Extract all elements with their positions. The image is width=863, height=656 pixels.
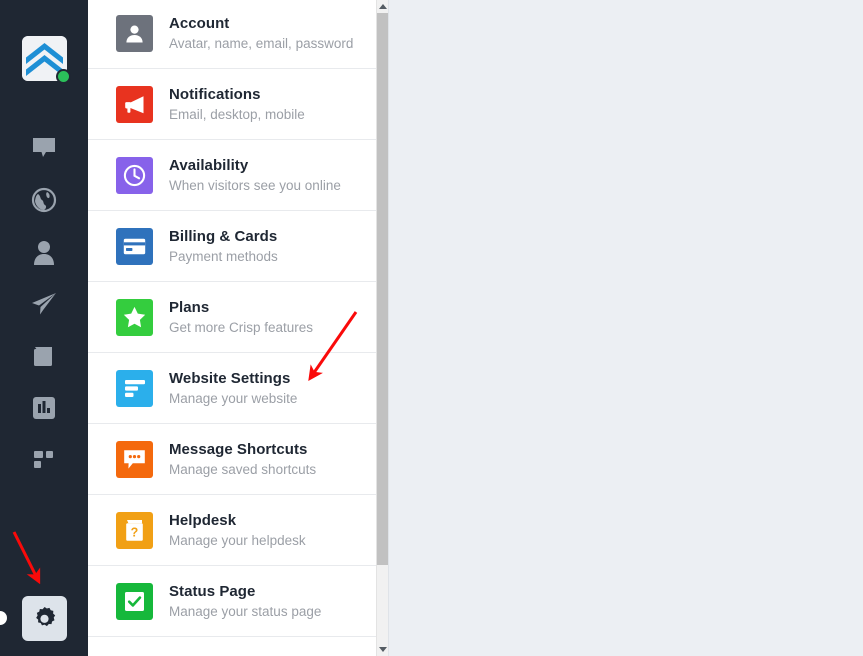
settings-list-item-text: Billing & Cards Payment methods [169,227,278,266]
credit-card-icon [116,227,153,265]
settings-list-item-text: Message Shortcuts Manage saved shortcuts [169,440,316,479]
scroll-down-arrow[interactable] [377,643,388,656]
scroll-up-arrow[interactable] [377,0,388,13]
crisp-logo[interactable] [22,36,71,84]
settings-list-item[interactable]: Status Page Manage your status page [88,566,376,637]
settings-list-item-text: Notifications Email, desktop, mobile [169,85,305,124]
settings-list-panel: Account Avatar, name, email, password Noti… [88,0,388,656]
settings-list-item-subtitle: Payment methods [169,248,278,264]
settings-list-item[interactable]: Notifications Email, desktop, mobile [88,69,376,140]
settings-list-item-text: Plans Get more Crisp features [169,298,313,337]
settings-list-item-subtitle: Manage your helpdesk [169,532,306,548]
megaphone-icon [116,85,153,123]
settings-list-item[interactable]: Website Settings Manage your website [88,353,376,424]
app-sidebar-rail [0,0,88,656]
settings-list-item[interactable]: ? Helpdesk Manage your helpdesk [88,495,376,566]
paper-plane-icon [32,293,56,315]
settings-list-item[interactable]: Account Avatar, name, email, password [88,0,376,69]
settings-list-item-subtitle: Get more Crisp features [169,319,314,335]
check-square-icon [116,582,153,620]
settings-list-item-text: Status Page Manage your status page [169,582,321,621]
chat-bubble-icon [33,138,55,157]
sidebar-item-visitors[interactable] [0,174,88,226]
star-icon [116,298,153,336]
sidebar-item-inbox[interactable] [0,122,88,174]
settings-list-item-title: Status Page [169,582,256,600]
sidebar-item-helpdesk[interactable] [0,330,88,382]
settings-list-item-subtitle: Manage saved shortcuts [169,461,317,477]
sidebar-item-plugins[interactable] [0,434,88,486]
settings-list-item-title: Availability [169,156,249,174]
settings-list-item-title: Plans [169,298,210,316]
settings-list-item-subtitle: When visitors see you online [169,177,341,193]
sidebar-item-contacts[interactable] [0,226,88,278]
settings-list-item-title: Message Shortcuts [169,440,308,458]
settings-list-item[interactable]: Plans Get more Crisp features [88,282,376,353]
settings-screen: Account Avatar, name, email, password Noti… [0,0,863,656]
person-icon [34,241,54,265]
grid-apps-icon [34,451,53,468]
globe-icon [31,187,57,213]
rail-nav-list [0,122,88,486]
settings-list-item-title: Billing & Cards [169,227,278,245]
settings-list-item-text: Website Settings Manage your website [169,369,297,408]
settings-list-item-title: Website Settings [169,369,291,387]
settings-list: Account Avatar, name, email, password Noti… [88,0,376,637]
settings-list-scrollbar[interactable] [376,0,388,656]
scroll-thumb[interactable] [377,13,388,565]
gear-icon [36,606,56,627]
sliders-list-icon [116,369,153,407]
book-question-icon: ? [116,511,153,549]
sidebar-item-campaigns[interactable] [0,278,88,330]
settings-list-item-subtitle: Email, desktop, mobile [169,106,305,122]
book-icon [34,347,52,366]
settings-list-item-subtitle: Avatar, name, email, password [169,35,354,51]
settings-list-item-title: Helpdesk [169,511,237,529]
sidebar-item-settings[interactable] [22,596,67,641]
settings-list-item-subtitle: Manage your website [169,390,298,406]
clock-icon [116,156,153,194]
settings-list-item-subtitle: Manage your status page [169,603,322,619]
settings-list-item[interactable]: Billing & Cards Payment methods [88,211,376,282]
settings-list-item-text: Account Avatar, name, email, password [169,14,353,53]
chat-dots-icon [116,440,153,478]
person-icon [116,14,153,52]
settings-list-item-title: Account [169,14,230,32]
presence-online-dot [56,69,71,84]
settings-list-item[interactable]: Message Shortcuts Manage saved shortcuts [88,424,376,495]
settings-list-item-title: Notifications [169,85,261,103]
bar-chart-icon [33,397,55,419]
main-content-area [388,0,863,656]
settings-list-item[interactable]: Availability When visitors see you online [88,140,376,211]
svg-text:?: ? [131,525,139,539]
settings-list-item-text: Availability When visitors see you online [169,156,341,195]
settings-list-item-text: Helpdesk Manage your helpdesk [169,511,306,550]
sidebar-item-analytics[interactable] [0,382,88,434]
edge-indicator-dot [0,611,7,625]
